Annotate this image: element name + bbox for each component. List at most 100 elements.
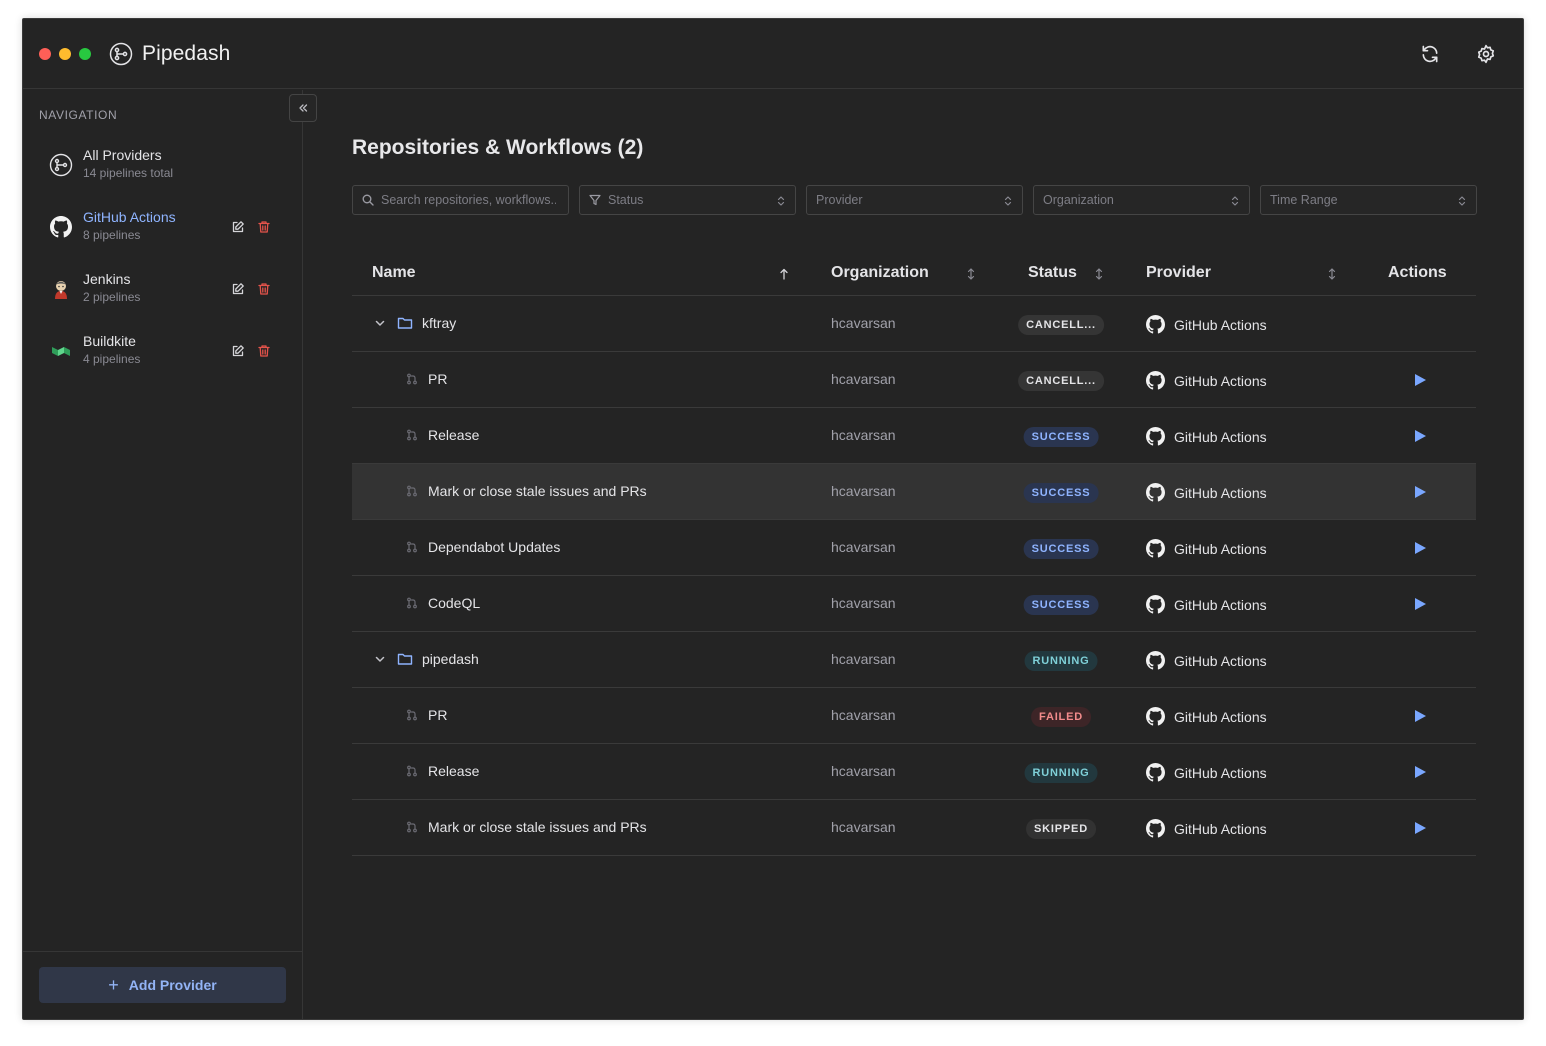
- workflow-name: Mark or close stale issues and PRs: [428, 819, 647, 835]
- gear-icon: [1477, 44, 1495, 64]
- workflow-row[interactable]: Release hcavarsan SUCCESS GitHub Actions: [352, 408, 1476, 464]
- play-icon: [1415, 766, 1426, 778]
- status-badge: SKIPPED: [1026, 819, 1096, 839]
- maximize-window-button[interactable]: [79, 47, 91, 60]
- chevron-down-icon[interactable]: [374, 653, 386, 665]
- provider-cell: GitHub Actions: [1146, 707, 1267, 726]
- sort-icon[interactable]: [966, 268, 976, 280]
- workflows-table: Name Organization Status Provider Action…: [352, 252, 1476, 856]
- sort-icon[interactable]: [1094, 268, 1104, 280]
- run-workflow-button[interactable]: [1413, 373, 1427, 387]
- organization-filter-label: Organization: [1043, 193, 1114, 207]
- repository-name: pipedash: [422, 651, 479, 667]
- provider-filter-select[interactable]: Provider: [806, 185, 1023, 215]
- status-filter-select[interactable]: Status: [579, 185, 796, 215]
- github-icon: [1146, 371, 1165, 390]
- status-badge: FAILED: [1031, 707, 1091, 727]
- trash-icon[interactable]: [257, 282, 271, 296]
- organization-cell: hcavarsan: [831, 427, 896, 443]
- column-header-actions: Actions: [1388, 264, 1447, 281]
- column-header-status[interactable]: Status: [1028, 264, 1077, 282]
- sidebar-item-label: Jenkins: [83, 271, 131, 287]
- sidebar-item-label: GitHub Actions: [83, 209, 176, 225]
- play-icon: [1415, 374, 1426, 386]
- edit-icon[interactable]: [231, 282, 245, 296]
- sidebar-item-label: Buildkite: [83, 333, 136, 349]
- status-filter-label: Status: [608, 193, 644, 207]
- run-workflow-button[interactable]: [1413, 597, 1427, 611]
- github-icon: [1146, 539, 1165, 558]
- sidebar-item-buildkite[interactable]: Buildkite 4 pipelines: [23, 324, 303, 380]
- close-window-button[interactable]: [39, 47, 51, 60]
- workflow-row[interactable]: Mark or close stale issues and PRs hcavar…: [352, 800, 1476, 856]
- workflow-row[interactable]: PR hcavarsan FAILED GitHub Actions: [352, 688, 1476, 744]
- plus-icon: +: [108, 975, 119, 995]
- settings-button[interactable]: [1475, 43, 1497, 65]
- play-icon: [1415, 822, 1426, 834]
- sidebar-item-jenkins[interactable]: Jenkins 2 pipelines: [23, 262, 303, 318]
- column-header-organization[interactable]: Organization: [831, 264, 929, 282]
- run-workflow-button[interactable]: [1413, 429, 1427, 443]
- provider-name: GitHub Actions: [1174, 372, 1267, 389]
- provider-name: GitHub Actions: [1174, 316, 1267, 333]
- add-provider-button[interactable]: + Add Provider: [39, 967, 286, 1003]
- run-workflow-button[interactable]: [1413, 765, 1427, 779]
- provider-name: GitHub Actions: [1174, 820, 1267, 837]
- provider-cell: GitHub Actions: [1146, 651, 1267, 670]
- sort-ascending-icon[interactable]: [779, 268, 789, 280]
- repository-row[interactable]: kftray hcavarsan CANCELL... GitHub Actions: [352, 296, 1476, 352]
- workflow-row[interactable]: Dependabot Updates hcavarsan SUCCESS GitHub…: [352, 520, 1476, 576]
- window-controls: [39, 47, 91, 60]
- edit-icon[interactable]: [231, 220, 245, 234]
- collapse-sidebar-button[interactable]: [289, 94, 317, 122]
- sort-icon[interactable]: [1327, 268, 1337, 280]
- chevron-down-icon[interactable]: [374, 317, 386, 329]
- page-title: Repositories & Workflows (2): [352, 136, 644, 159]
- run-workflow-button[interactable]: [1413, 541, 1427, 555]
- table-header: Name Organization Status Provider Action…: [352, 252, 1476, 296]
- pipeline-logo-icon: [109, 42, 133, 65]
- github-icon: [1146, 427, 1165, 446]
- organization-cell: hcavarsan: [831, 483, 896, 499]
- refresh-button[interactable]: [1419, 43, 1441, 65]
- provider-cell: GitHub Actions: [1146, 315, 1267, 334]
- github-icon: [1146, 707, 1165, 726]
- app-window: Pipedash NAVIGATION All Providers 14 pip…: [22, 18, 1524, 1020]
- status-badge: SUCCESS: [1023, 539, 1099, 559]
- status-badge: SUCCESS: [1023, 595, 1099, 615]
- provider-name: GitHub Actions: [1174, 484, 1267, 501]
- workflow-row[interactable]: PR hcavarsan CANCELL... GitHub Actions: [352, 352, 1476, 408]
- workflow-row[interactable]: Release hcavarsan RUNNING GitHub Actions: [352, 744, 1476, 800]
- play-icon: [1415, 710, 1426, 722]
- workflow-row[interactable]: CodeQL hcavarsan SUCCESS GitHub Actions: [352, 576, 1476, 632]
- workflow-branch-icon: [407, 429, 417, 441]
- provider-cell: GitHub Actions: [1146, 539, 1267, 558]
- sidebar-item-github-actions[interactable]: GitHub Actions 8 pipelines: [23, 200, 303, 256]
- workflow-branch-icon: [407, 373, 417, 385]
- play-icon: [1415, 486, 1426, 498]
- provider-name: GitHub Actions: [1174, 708, 1267, 725]
- provider-name: GitHub Actions: [1174, 652, 1267, 669]
- run-workflow-button[interactable]: [1413, 709, 1427, 723]
- search-input[interactable]: Search repositories, workflows...: [352, 185, 569, 215]
- folder-icon: [397, 317, 413, 329]
- column-header-name[interactable]: Name: [372, 264, 416, 282]
- github-icon: [1146, 595, 1165, 614]
- time-range-filter-select[interactable]: Time Range: [1260, 185, 1477, 215]
- organization-filter-select[interactable]: Organization: [1033, 185, 1250, 215]
- sidebar: NAVIGATION All Providers 14 pipelines to…: [23, 90, 317, 1019]
- title-bar: Pipedash: [23, 19, 1523, 89]
- minimize-window-button[interactable]: [59, 47, 71, 60]
- edit-icon[interactable]: [231, 344, 245, 358]
- workflow-branch-icon: [407, 765, 417, 777]
- organization-cell: hcavarsan: [831, 539, 896, 555]
- run-workflow-button[interactable]: [1413, 485, 1427, 499]
- trash-icon[interactable]: [257, 220, 271, 234]
- run-workflow-button[interactable]: [1413, 821, 1427, 835]
- status-badge: CANCELL...: [1018, 371, 1104, 391]
- repository-row[interactable]: pipedash hcavarsan RUNNING GitHub Actions: [352, 632, 1476, 688]
- column-header-provider[interactable]: Provider: [1146, 264, 1211, 282]
- trash-icon[interactable]: [257, 344, 271, 358]
- sidebar-item-all-providers[interactable]: All Providers 14 pipelines total: [23, 138, 303, 194]
- workflow-row[interactable]: Mark or close stale issues and PRs hcavar…: [352, 464, 1476, 520]
